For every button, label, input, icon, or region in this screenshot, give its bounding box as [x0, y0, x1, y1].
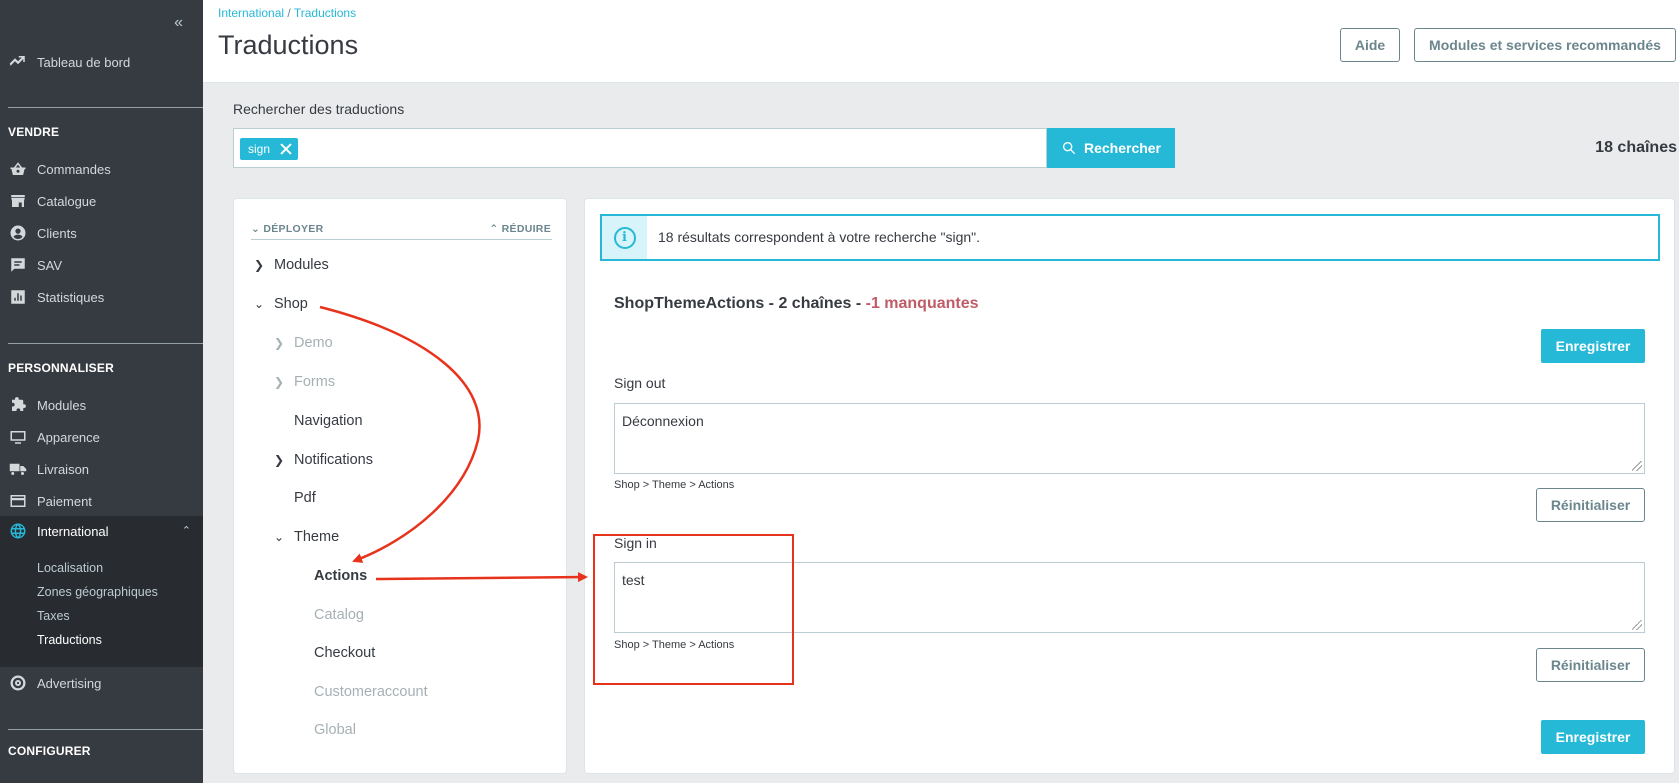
tree-node-forms[interactable]: ❯ Forms: [274, 374, 335, 390]
submenu-item-translations[interactable]: Traductions: [37, 633, 102, 647]
chat-icon: [8, 256, 28, 274]
translation-source-label: Sign out: [614, 375, 666, 391]
tree-node-global[interactable]: Global: [314, 722, 356, 738]
chevron-down-icon: ⌄: [251, 223, 261, 235]
breadcrumb: International / Traductions: [218, 6, 356, 20]
results-alert: i 18 résultats correspondent à votre rec…: [600, 214, 1660, 261]
search-label: Rechercher des traductions: [233, 101, 405, 117]
puzzle-icon: [8, 396, 28, 414]
search-button[interactable]: Rechercher: [1047, 128, 1175, 168]
divider: [251, 239, 552, 240]
translations-panel: i 18 résultats correspondent à votre rec…: [584, 198, 1675, 774]
tree-node-actions[interactable]: Actions: [314, 568, 367, 584]
submenu-item-taxes[interactable]: Taxes: [37, 609, 70, 623]
page-title: Traductions: [218, 30, 359, 60]
submenu-item-zones[interactable]: Zones géographiques: [37, 585, 158, 599]
sidebar-item-payment[interactable]: Paiement: [0, 486, 203, 516]
account-circle-icon: [8, 224, 28, 242]
sidebar-item-dashboard[interactable]: Tableau de bord: [0, 47, 203, 77]
trending-up-icon: [8, 53, 28, 71]
resize-handle-icon[interactable]: [1632, 620, 1642, 630]
section-header-customize: PERSONNALISER: [8, 361, 114, 375]
search-input[interactable]: sign: [233, 128, 1047, 168]
target-icon: [8, 674, 28, 692]
chevron-right-icon: ❯: [254, 258, 265, 272]
breadcrumb-parent-link[interactable]: International: [218, 6, 284, 20]
chevron-right-icon: ❯: [274, 453, 285, 467]
page-header: International / Traductions Traductions …: [203, 0, 1679, 83]
chevron-down-icon: ⌄: [254, 297, 265, 311]
sidebar-item-customers[interactable]: Clients: [0, 218, 203, 248]
save-button-top[interactable]: Enregistrer: [1541, 329, 1645, 363]
sidebar: « Tableau de bord VENDRE Commandes Catal…: [0, 0, 203, 783]
divider: [8, 107, 203, 108]
reset-button[interactable]: Réinitialiser: [1536, 488, 1645, 522]
basket-icon: [8, 160, 28, 178]
sidebar-item-advertising[interactable]: Advertising: [0, 668, 203, 698]
credit-card-icon: [8, 492, 28, 510]
translation-domain-path: Shop > Theme > Actions: [614, 479, 735, 491]
search-icon: [1062, 142, 1076, 155]
tree-node-catalog[interactable]: Catalog: [314, 607, 364, 623]
chevron-down-icon: ⌄: [274, 530, 285, 544]
sidebar-item-appearance[interactable]: Apparence: [0, 422, 203, 452]
chevron-right-icon: ❯: [274, 375, 285, 389]
sidebar-item-international[interactable]: International ⌃: [0, 516, 203, 546]
international-submenu: Localisation Zones géographiques Taxes T…: [0, 545, 203, 667]
tree-node-customeraccount[interactable]: Customeraccount: [314, 684, 428, 700]
section-header-configure: CONFIGURER: [8, 744, 91, 758]
submenu-item-localization[interactable]: Localisation: [37, 561, 103, 575]
chevron-up-icon: ⌃: [489, 223, 499, 235]
strings-count: 18 chaînes: [1595, 139, 1677, 156]
sidebar-item-stats[interactable]: Statistiques: [0, 282, 203, 312]
tree-node-pdf[interactable]: Pdf: [294, 490, 316, 506]
tree-node-navigation[interactable]: Navigation: [294, 413, 363, 429]
tree-node-checkout[interactable]: Checkout: [314, 645, 375, 661]
translation-textarea[interactable]: Déconnexion: [614, 403, 1645, 474]
globe-icon: [8, 522, 28, 540]
translation-tree-panel: ⌄ DÉPLOYER ⌃ RÉDUIRE ❯ Modules ⌄ Shop ❯ Dem…: [233, 198, 567, 774]
help-button[interactable]: Aide: [1340, 28, 1400, 62]
collapse-sidebar-icon[interactable]: «: [174, 14, 183, 32]
tree-node-demo[interactable]: ❯ Demo: [274, 335, 333, 351]
resize-handle-icon[interactable]: [1632, 461, 1642, 471]
monitor-icon: [8, 428, 28, 446]
sidebar-item-shipping[interactable]: Livraison: [0, 454, 203, 484]
info-icon: i: [602, 216, 647, 259]
bar-chart-icon: [8, 288, 28, 306]
breadcrumb-current-link[interactable]: Traductions: [294, 6, 356, 20]
sidebar-item-modules[interactable]: Modules: [0, 390, 203, 420]
truck-icon: [8, 460, 28, 478]
tree-node-theme[interactable]: ⌄ Theme: [274, 529, 339, 545]
chevron-right-icon: ❯: [274, 336, 285, 350]
highlight-box: [593, 534, 794, 685]
chevron-up-icon: ⌃: [181, 525, 191, 537]
reset-button[interactable]: Réinitialiser: [1536, 648, 1645, 682]
sidebar-item-service[interactable]: SAV: [0, 250, 203, 280]
missing-count: -1 manquantes: [865, 295, 979, 312]
sidebar-item-catalog[interactable]: Catalogue: [0, 186, 203, 216]
collapse-all-button[interactable]: ⌃ RÉDUIRE: [489, 223, 551, 235]
divider: [8, 729, 203, 730]
divider: [8, 343, 203, 344]
save-button-bottom[interactable]: Enregistrer: [1541, 720, 1645, 754]
tree-node-modules[interactable]: ❯ Modules: [254, 257, 329, 273]
store-icon: [8, 192, 28, 210]
tree-node-shop[interactable]: ⌄ Shop: [254, 296, 308, 312]
tree-node-notifications[interactable]: ❯ Notifications: [274, 452, 373, 468]
results-alert-text: 18 résultats correspondent à votre reche…: [658, 229, 980, 245]
search-tag: sign: [240, 138, 299, 160]
domain-title: ShopThemeActions - 2 chaînes - -1 manqua…: [614, 295, 979, 312]
sidebar-item-orders[interactable]: Commandes: [0, 154, 203, 184]
expand-all-button[interactable]: ⌄ DÉPLOYER: [251, 223, 324, 235]
breadcrumb-separator: /: [284, 6, 294, 20]
remove-tag-icon[interactable]: [280, 143, 292, 155]
recommended-modules-button[interactable]: Modules et services recommandés: [1414, 28, 1676, 62]
section-header-sell: VENDRE: [8, 125, 60, 139]
